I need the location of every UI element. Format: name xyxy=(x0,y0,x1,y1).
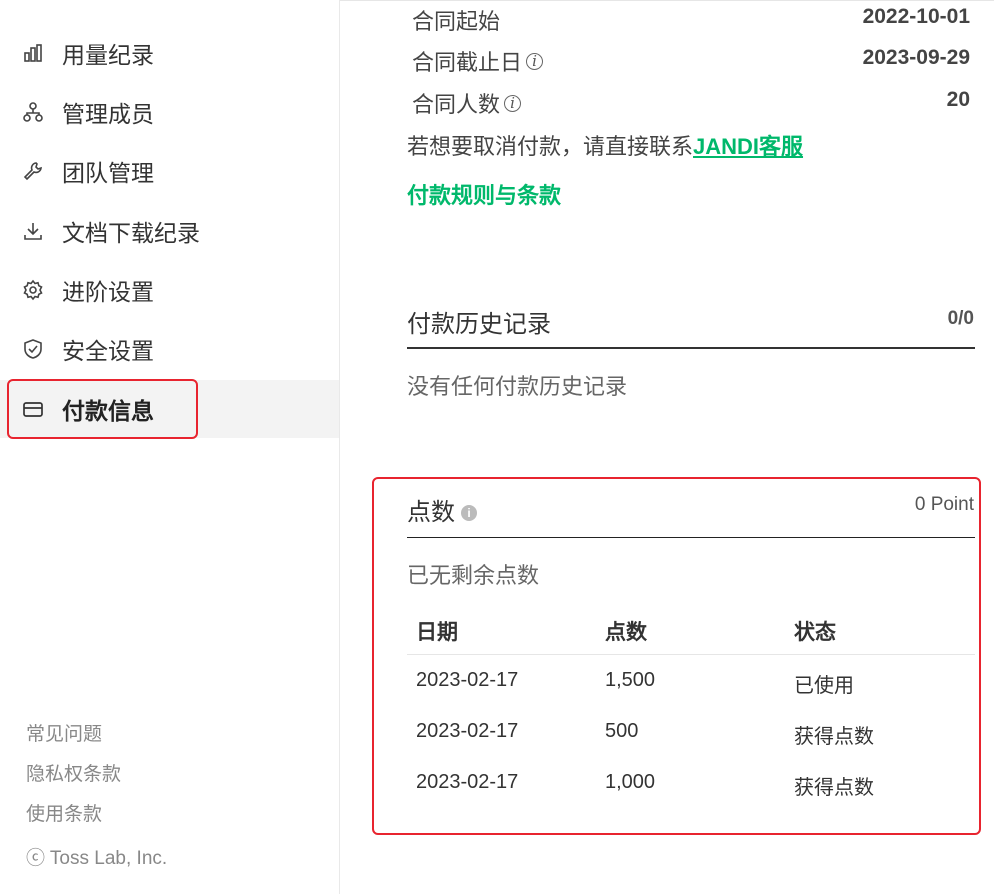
info-icon[interactable]: i xyxy=(461,505,477,521)
sidebar-item-payment[interactable]: 付款信息 xyxy=(0,380,339,438)
payment-history-count: 0/0 xyxy=(947,308,974,329)
points-table: 日期 点数 状态 2023-02-17 1,500 已使用 2023-02-17… xyxy=(407,602,975,808)
table-row: 2023-02-17 1,000 获得点数 xyxy=(407,757,975,808)
cell-status: 获得点数 xyxy=(794,777,874,799)
faq-link[interactable]: 常见问题 xyxy=(26,719,102,746)
cell-points: 500 xyxy=(605,720,639,742)
sidebar-item-downloads[interactable]: 文档下载纪录 xyxy=(0,202,339,260)
sidebar-item-label: 用量纪录 xyxy=(62,42,154,68)
terms-of-use-link[interactable]: 使用条款 xyxy=(26,799,102,826)
contract-start-value: 2022-10-01 xyxy=(862,5,970,28)
cell-date: 2023-02-17 xyxy=(416,669,519,691)
points-total: 0 Point xyxy=(914,494,974,515)
points-divider xyxy=(407,537,975,538)
contract-start-label: 合同起始 xyxy=(412,9,501,34)
contract-end-value: 2023-09-29 xyxy=(862,46,970,69)
org-chart-icon xyxy=(22,101,44,123)
payment-history-divider xyxy=(407,347,975,349)
points-title: 点数 xyxy=(407,499,455,526)
column-header-date: 日期 xyxy=(416,621,458,644)
contract-people-value: 20 xyxy=(946,88,970,111)
sidebar-item-label: 进阶设置 xyxy=(62,279,154,305)
points-empty: 已无剩余点数 xyxy=(407,563,540,588)
sidebar-item-label: 安全设置 xyxy=(62,338,154,364)
sidebar-item-team[interactable]: 团队管理 xyxy=(0,142,339,200)
info-icon[interactable]: i xyxy=(504,95,522,112)
table-row: 2023-02-17 1,500 已使用 xyxy=(407,655,975,706)
cell-status: 获得点数 xyxy=(794,726,874,748)
sidebar-item-label: 管理成员 xyxy=(62,101,154,127)
sidebar: 用量纪录 管理成员 团队管理 文档下载纪录 进阶设置 安全设置 付款信息 常见问… xyxy=(0,0,340,894)
cancel-payment-text: 若想要取消付款，请直接联系JANDI客服 xyxy=(407,129,803,161)
info-icon[interactable]: i xyxy=(526,53,544,70)
contract-people-label-row: 合同人数 i xyxy=(412,87,522,119)
contract-end-label-row: 合同截止日 i xyxy=(412,45,544,77)
sidebar-item-label: 付款信息 xyxy=(62,398,154,424)
credit-card-icon xyxy=(22,398,44,420)
cell-points: 1,000 xyxy=(605,771,656,793)
cell-status: 已使用 xyxy=(794,675,854,697)
payment-terms-link[interactable]: 付款规则与条款 xyxy=(407,178,561,210)
sidebar-item-advanced[interactable]: 进阶设置 xyxy=(0,261,339,319)
wrench-icon xyxy=(22,160,44,182)
cell-date: 2023-02-17 xyxy=(416,720,519,742)
bar-chart-icon xyxy=(22,42,44,64)
privacy-link[interactable]: 隐私权条款 xyxy=(26,759,121,786)
sidebar-item-members[interactable]: 管理成员 xyxy=(0,83,339,141)
column-header-points: 点数 xyxy=(605,621,647,644)
sidebar-item-label: 团队管理 xyxy=(62,160,154,186)
copyright: ⓒ Toss Lab, Inc. xyxy=(26,848,168,869)
contract-end-label: 合同截止日 xyxy=(412,50,523,75)
points-title-row: 点数 i xyxy=(407,492,477,527)
sidebar-item-security[interactable]: 安全设置 xyxy=(0,320,339,378)
table-header: 日期 点数 状态 xyxy=(407,602,975,655)
shield-icon xyxy=(22,338,44,360)
column-header-status: 状态 xyxy=(794,621,836,644)
cancel-payment-message: 若想要取消付款，请直接联系 xyxy=(407,134,694,159)
payment-history-title: 付款历史记录 xyxy=(407,311,551,338)
cell-date: 2023-02-17 xyxy=(416,771,519,793)
gear-icon xyxy=(22,279,44,301)
contract-people-label: 合同人数 xyxy=(412,92,501,117)
payment-history-empty: 没有任何付款历史记录 xyxy=(407,374,628,399)
sidebar-item-usage[interactable]: 用量纪录 xyxy=(0,24,339,82)
download-icon xyxy=(22,220,44,242)
sidebar-item-label: 文档下载纪录 xyxy=(62,220,200,246)
cell-points: 1,500 xyxy=(605,669,656,691)
jandi-support-link[interactable]: JANDI客服 xyxy=(693,134,803,159)
table-row: 2023-02-17 500 获得点数 xyxy=(407,706,975,757)
